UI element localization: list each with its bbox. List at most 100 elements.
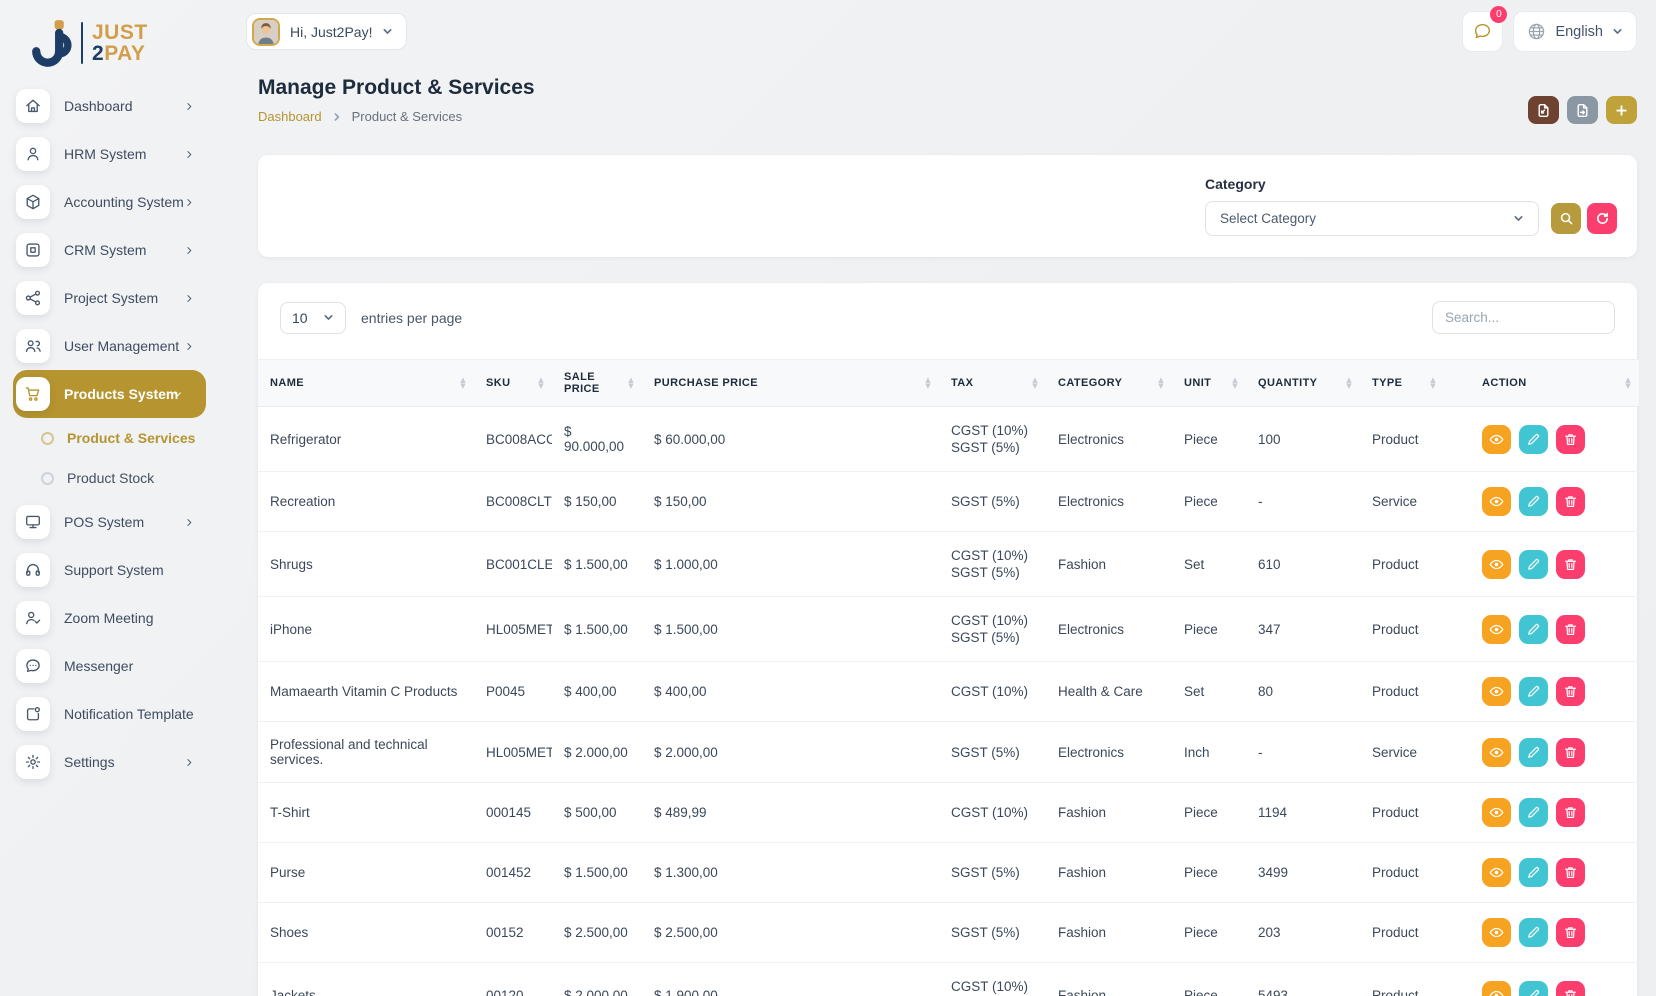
filter-search-button[interactable]	[1551, 203, 1581, 234]
headset-icon	[16, 553, 50, 587]
cell-sku: HL005MET	[474, 722, 552, 783]
column-label: PURCHASE PRICE	[654, 377, 758, 389]
eye-icon	[1489, 494, 1504, 509]
edit-button[interactable]	[1519, 425, 1548, 454]
column-header-tax[interactable]: TAX▲▼	[939, 360, 1046, 407]
topbar-right: 0 English	[1462, 11, 1637, 52]
user-menu-button[interactable]: Hi, Just2Pay!	[246, 13, 407, 50]
delete-button[interactable]	[1556, 918, 1585, 947]
view-button[interactable]	[1482, 677, 1511, 706]
import-button[interactable]	[1528, 96, 1559, 124]
tax-line: CGST (10%)	[951, 683, 1034, 700]
table-search-input[interactable]	[1432, 301, 1615, 334]
trash-icon	[1563, 432, 1578, 447]
chevron-down-icon	[171, 388, 184, 401]
trash-icon	[1563, 988, 1578, 996]
delete-button[interactable]	[1556, 487, 1585, 516]
sidebar-item-settings[interactable]: Settings	[0, 738, 218, 786]
edit-button[interactable]	[1519, 487, 1548, 516]
view-button[interactable]	[1482, 487, 1511, 516]
edit-button[interactable]	[1519, 615, 1548, 644]
sidebar-subitem-product-services[interactable]: Product & Services	[0, 418, 218, 458]
view-button[interactable]	[1482, 858, 1511, 887]
delete-button[interactable]	[1556, 858, 1585, 887]
column-header-type[interactable]: TYPE▲▼	[1360, 360, 1444, 407]
sidebar-item-label: Dashboard	[64, 98, 133, 114]
sidebar-item-accounting-system[interactable]: Accounting System	[0, 178, 218, 226]
sidebar-item-user-management[interactable]: User Management	[0, 322, 218, 370]
cell-sku: 001452	[474, 843, 552, 903]
sort-arrows-icon: ▲▼	[538, 377, 544, 389]
delete-button[interactable]	[1556, 738, 1585, 767]
edit-button[interactable]	[1519, 858, 1548, 887]
view-button[interactable]	[1482, 798, 1511, 827]
delete-button[interactable]	[1556, 615, 1585, 644]
column-header-purchase-price[interactable]: PURCHASE PRICE▲▼	[642, 360, 939, 407]
edit-button[interactable]	[1519, 550, 1548, 579]
cell-type: Product	[1360, 903, 1444, 963]
cell-sale-price: $ 500,00	[552, 783, 642, 843]
column-header-sku[interactable]: SKU▲▼	[474, 360, 552, 407]
sidebar-subitem-product-stock[interactable]: Product Stock	[0, 458, 218, 498]
sidebar-item-hrm-system[interactable]: HRM System	[0, 130, 218, 178]
edit-button[interactable]	[1519, 738, 1548, 767]
column-header-name[interactable]: NAME▲▼	[258, 360, 474, 407]
delete-button[interactable]	[1556, 550, 1585, 579]
cell-actions	[1444, 843, 1639, 903]
cell-category: Health & Care	[1046, 662, 1172, 722]
add-product-button[interactable]	[1606, 96, 1637, 124]
cell-type: Product	[1360, 597, 1444, 662]
filter-reset-button[interactable]	[1587, 203, 1617, 234]
category-select[interactable]: Select Category	[1205, 201, 1539, 236]
cell-quantity: 203	[1246, 903, 1360, 963]
view-button[interactable]	[1482, 615, 1511, 644]
view-button[interactable]	[1482, 425, 1511, 454]
cell-type: Product	[1360, 662, 1444, 722]
edit-button[interactable]	[1519, 798, 1548, 827]
column-header-category[interactable]: CATEGORY▲▼	[1046, 360, 1172, 407]
messages-button[interactable]: 0	[1462, 11, 1503, 52]
view-button[interactable]	[1482, 550, 1511, 579]
page-size-select[interactable]: 10	[280, 302, 346, 334]
chat-bubble-icon	[1472, 21, 1493, 42]
cell-purchase-price: $ 150,00	[642, 472, 939, 532]
view-button[interactable]	[1482, 981, 1511, 996]
sidebar-item-products-system[interactable]: Products System	[13, 370, 206, 418]
language-selector[interactable]: English	[1513, 11, 1637, 52]
share-nodes-icon	[16, 281, 50, 315]
column-header-unit[interactable]: UNIT▲▼	[1172, 360, 1246, 407]
cell-quantity: 610	[1246, 532, 1360, 597]
cell-unit: Set	[1172, 662, 1246, 722]
sidebar-item-support-system[interactable]: Support System	[0, 546, 218, 594]
page-toolbar	[1528, 96, 1637, 124]
delete-button[interactable]	[1556, 425, 1585, 454]
delete-button[interactable]	[1556, 798, 1585, 827]
column-header-sale-price[interactable]: SALE PRICE▲▼	[552, 360, 642, 407]
breadcrumb-dashboard-link[interactable]: Dashboard	[258, 109, 322, 124]
export-button[interactable]	[1567, 96, 1598, 124]
sidebar-item-dashboard[interactable]: Dashboard	[0, 82, 218, 130]
sidebar-item-label: Settings	[64, 754, 115, 770]
edit-button[interactable]	[1519, 981, 1548, 996]
delete-button[interactable]	[1556, 981, 1585, 996]
pencil-icon	[1526, 557, 1541, 572]
sidebar-item-pos-system[interactable]: POS System	[0, 498, 218, 546]
home-icon	[16, 89, 50, 123]
cell-sale-price: $ 1.500,00	[552, 597, 642, 662]
edit-button[interactable]	[1519, 677, 1548, 706]
cell-tax: CGST (10%)	[939, 783, 1046, 843]
column-header-action[interactable]: ACTION▲▼	[1444, 360, 1639, 407]
sidebar-item-notification-template[interactable]: Notification Template	[0, 690, 218, 738]
brand-line2-num: 2	[92, 42, 104, 65]
edit-button[interactable]	[1519, 918, 1548, 947]
cell-tax: CGST (10%)SGST (5%)	[939, 532, 1046, 597]
column-header-quantity[interactable]: QUANTITY▲▼	[1246, 360, 1360, 407]
sidebar-item-crm-system[interactable]: CRM System	[0, 226, 218, 274]
view-button[interactable]	[1482, 738, 1511, 767]
view-button[interactable]	[1482, 918, 1511, 947]
sidebar-item-messenger[interactable]: Messenger	[0, 642, 218, 690]
sidebar-item-zoom-meeting[interactable]: Zoom Meeting	[0, 594, 218, 642]
delete-button[interactable]	[1556, 677, 1585, 706]
cell-purchase-price: $ 1.300,00	[642, 843, 939, 903]
sidebar-item-project-system[interactable]: Project System	[0, 274, 218, 322]
